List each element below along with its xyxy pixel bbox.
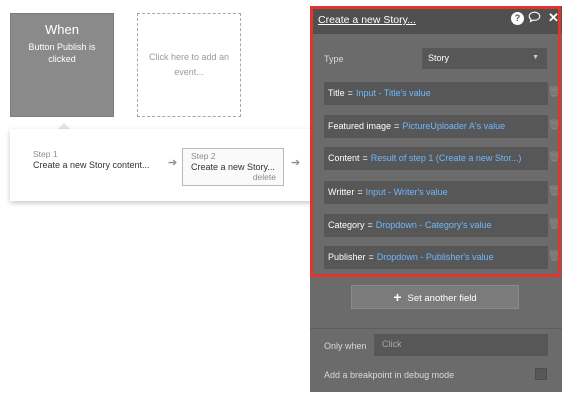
step-2-title: Create a new Story... bbox=[191, 162, 275, 172]
field-label: Featured image bbox=[328, 121, 392, 131]
field-row-title[interactable]: Title = Input - Title's value bbox=[324, 82, 548, 105]
caret-down-icon: ▼ bbox=[532, 54, 539, 61]
field-label: Writter bbox=[328, 187, 355, 197]
field-equals: = bbox=[357, 187, 363, 197]
field-value[interactable]: PictureUploader A's value bbox=[402, 121, 505, 131]
step-2-delete-link[interactable]: delete bbox=[253, 172, 276, 182]
action-property-panel: Create a new Story... ? ✕ Type Story ▼ T… bbox=[310, 6, 562, 392]
comment-icon[interactable] bbox=[528, 11, 541, 26]
type-select-value: Story bbox=[428, 53, 450, 63]
add-event-label: Click here to add an event... bbox=[148, 52, 230, 77]
panel-title[interactable]: Create a new Story... bbox=[318, 14, 416, 26]
field-row-publisher[interactable]: Publisher = Dropdown - Publisher's value bbox=[324, 246, 548, 269]
breakpoint-checkbox[interactable] bbox=[535, 368, 547, 380]
type-select[interactable]: Story ▼ bbox=[422, 48, 547, 69]
close-icon[interactable]: ✕ bbox=[548, 11, 559, 25]
event-card-when[interactable]: When Button Publish is clicked bbox=[10, 13, 114, 117]
arrow-right-icon: ➔ bbox=[168, 157, 178, 169]
field-equals: = bbox=[367, 220, 373, 230]
trash-icon[interactable]: 🗑 bbox=[548, 87, 561, 98]
field-equals: = bbox=[347, 88, 353, 98]
trash-icon[interactable]: 🗑 bbox=[548, 219, 561, 230]
field-row-category[interactable]: Category = Dropdown - Category's value bbox=[324, 214, 548, 237]
breakpoint-label: Add a breakpoint in debug mode bbox=[324, 370, 455, 380]
field-equals: = bbox=[362, 153, 368, 163]
field-value[interactable]: Dropdown - Publisher's value bbox=[377, 252, 494, 262]
field-label: Publisher bbox=[328, 252, 366, 262]
set-another-field-label: Set another field bbox=[407, 293, 477, 304]
field-value[interactable]: Input - Title's value bbox=[356, 88, 431, 98]
field-equals: = bbox=[368, 252, 374, 262]
only-when-placeholder: Click bbox=[382, 339, 402, 349]
type-label: Type bbox=[324, 54, 344, 64]
step-2[interactable]: Step 2 Create a new Story... delete bbox=[182, 148, 284, 186]
divider bbox=[310, 328, 562, 329]
step-1-label: Step 1 bbox=[33, 149, 58, 159]
trash-icon[interactable]: 🗑 bbox=[548, 186, 561, 197]
field-label: Category bbox=[328, 220, 365, 230]
plus-icon: + bbox=[393, 289, 402, 305]
step-2-label: Step 2 bbox=[191, 151, 216, 161]
field-row-content[interactable]: Content = Result of step 1 (Create a new S… bbox=[324, 147, 548, 170]
field-row-featured-image[interactable]: Featured image = PictureUploader A's value bbox=[324, 115, 548, 138]
set-another-field-button[interactable]: + Set another field bbox=[351, 285, 519, 309]
trash-icon[interactable]: 🗑 bbox=[548, 251, 561, 262]
arrow-right-icon: ➔ bbox=[291, 157, 301, 169]
field-value[interactable]: Dropdown - Category's value bbox=[376, 220, 492, 230]
only-when-input[interactable]: Click bbox=[374, 334, 548, 356]
field-row-writter[interactable]: Writter = Input - Writer's value bbox=[324, 181, 548, 204]
field-label: Title bbox=[328, 88, 345, 98]
step-1-title: Create a new Story content... bbox=[33, 160, 150, 170]
only-when-label: Only when bbox=[324, 341, 367, 351]
event-card-title: When bbox=[45, 22, 79, 37]
trash-icon[interactable]: 🗑 bbox=[548, 152, 561, 163]
panel-header: Create a new Story... ? ✕ bbox=[310, 6, 562, 34]
help-icon[interactable]: ? bbox=[511, 12, 524, 25]
event-card-subtitle: Button Publish is clicked bbox=[28, 42, 96, 64]
trash-icon[interactable]: 🗑 bbox=[548, 120, 561, 131]
step-1[interactable]: Step 1 Create a new Story content... bbox=[33, 149, 161, 179]
add-event-placeholder[interactable]: Click here to add an event... bbox=[137, 13, 241, 117]
field-label: Content bbox=[328, 153, 360, 163]
field-value[interactable]: Input - Writer's value bbox=[366, 187, 448, 197]
field-equals: = bbox=[394, 121, 400, 131]
field-value[interactable]: Result of step 1 (Create a new Stor...) bbox=[371, 153, 522, 163]
